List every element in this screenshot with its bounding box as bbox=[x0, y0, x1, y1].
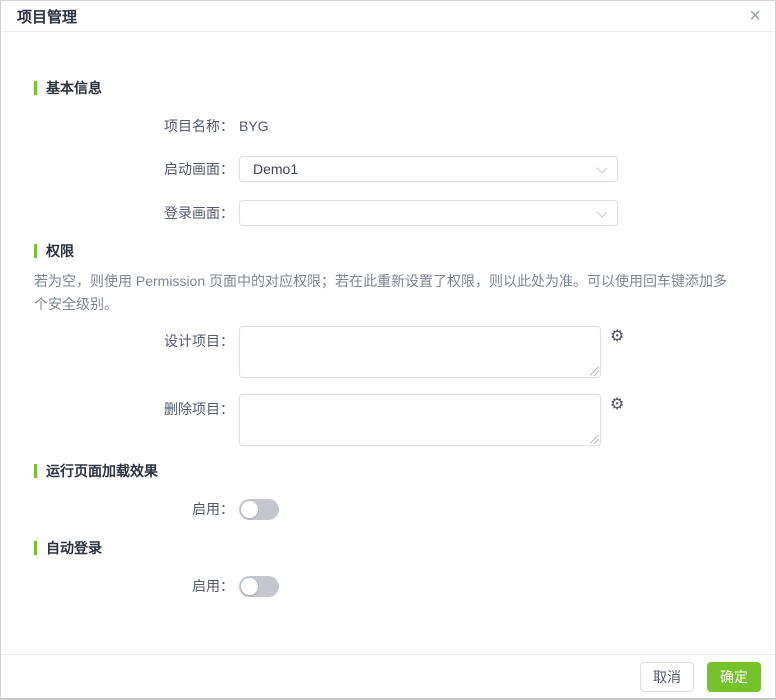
login-screen-label: 登录画面： bbox=[164, 205, 234, 221]
design-project-label: 设计项目： bbox=[164, 333, 234, 349]
project-management-dialog: 项目管理 × 基本信息 项目名称： BYG 启动画面： Demo1 登录画面： bbox=[0, 0, 776, 700]
cancel-button[interactable]: 取消 bbox=[640, 661, 694, 692]
section-accent-bar bbox=[34, 464, 37, 478]
section-accent-bar bbox=[34, 244, 37, 258]
startup-screen-selected-value: Demo1 bbox=[253, 161, 299, 177]
chevron-down-icon bbox=[596, 206, 608, 218]
toggle-knob bbox=[241, 578, 258, 595]
design-project-row: 设计项目： ⚙ bbox=[1, 326, 775, 378]
section-basic-info-title: 基本信息 bbox=[46, 80, 102, 96]
section-basic-info: 基本信息 bbox=[34, 81, 775, 95]
section-permission: 权限 bbox=[34, 244, 775, 258]
auto-login-enable-row: 启用： bbox=[1, 576, 775, 597]
delete-project-row: 删除项目： ⚙ bbox=[1, 394, 775, 446]
project-name-value: BYG bbox=[239, 118, 269, 134]
login-screen-select[interactable] bbox=[239, 200, 618, 226]
gear-icon[interactable]: ⚙ bbox=[610, 396, 624, 412]
project-name-row: 项目名称： BYG bbox=[1, 119, 775, 133]
section-accent-bar bbox=[34, 541, 37, 555]
loading-effect-toggle[interactable] bbox=[239, 499, 279, 520]
permission-description: 若为空，则使用 Permission 页面中的对应权限；若在此重新设置了权限，则… bbox=[34, 273, 728, 312]
loading-effect-enable-label: 启用： bbox=[192, 501, 234, 517]
section-loading-effect-title: 运行页面加载效果 bbox=[46, 463, 158, 479]
toggle-knob bbox=[241, 501, 258, 518]
section-permission-title: 权限 bbox=[46, 243, 74, 259]
startup-screen-label: 启动画面： bbox=[164, 161, 234, 177]
loading-effect-enable-row: 启用： bbox=[1, 499, 775, 520]
auto-login-toggle[interactable] bbox=[239, 576, 279, 597]
dialog-header: 项目管理 × bbox=[1, 1, 775, 32]
dialog-footer: 取消 确定 bbox=[1, 654, 775, 698]
login-screen-row: 登录画面： bbox=[1, 200, 775, 226]
section-loading-effect: 运行页面加载效果 bbox=[34, 464, 775, 478]
section-accent-bar bbox=[34, 81, 37, 95]
delete-project-textarea-wrap bbox=[239, 394, 601, 446]
design-project-textarea[interactable] bbox=[239, 326, 601, 378]
delete-project-label: 删除项目： bbox=[164, 401, 234, 417]
section-auto-login-title: 自动登录 bbox=[46, 540, 102, 556]
startup-screen-select[interactable]: Demo1 bbox=[239, 156, 618, 182]
design-project-textarea-wrap bbox=[239, 326, 601, 378]
confirm-button[interactable]: 确定 bbox=[707, 661, 761, 692]
section-auto-login: 自动登录 bbox=[34, 541, 775, 555]
gear-icon[interactable]: ⚙ bbox=[610, 328, 624, 344]
delete-project-textarea[interactable] bbox=[239, 394, 601, 446]
close-icon[interactable]: × bbox=[749, 6, 761, 26]
auto-login-enable-label: 启用： bbox=[192, 578, 234, 594]
startup-screen-row: 启动画面： Demo1 bbox=[1, 156, 775, 182]
project-name-label: 项目名称： bbox=[164, 118, 234, 134]
dialog-body: 基本信息 项目名称： BYG 启动画面： Demo1 登录画面： 权限 若为空，… bbox=[1, 81, 775, 597]
dialog-title: 项目管理 bbox=[17, 8, 78, 26]
